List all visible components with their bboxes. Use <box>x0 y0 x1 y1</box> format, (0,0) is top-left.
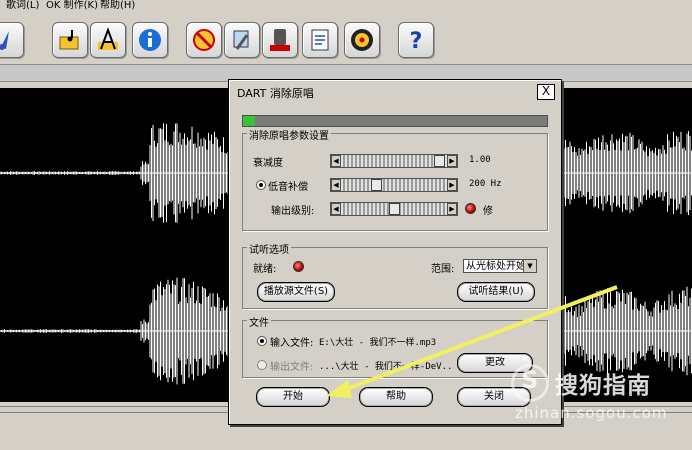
params-group: 消除原唱参数设置 衰减度 ◀ ▶ 1.00 低音补偿 ◀ ▶ 200 Hz 输出… <box>242 127 548 231</box>
output-led-indicator[interactable] <box>465 203 476 214</box>
preview-legend: 试听选项 <box>247 241 291 256</box>
slider-right-arrow[interactable]: ▶ <box>447 155 457 167</box>
output-file-path: ...\大壮 - 我们不一样-DeV... <box>319 362 451 372</box>
play-source-button[interactable]: 播放源文件(S) <box>257 282 335 302</box>
watermark-url: zhinan.sogou.com <box>515 404 668 422</box>
slider-left-arrow[interactable]: ◀ <box>331 155 341 167</box>
record-icon <box>270 29 290 51</box>
range-label: 范围: <box>431 264 455 275</box>
input-file-label: 输入文件: <box>270 338 314 349</box>
help-icon: ? <box>410 29 423 53</box>
ready-led-indicator <box>293 261 304 272</box>
menu-ok-make[interactable]: OK 制作(K) <box>46 0 98 12</box>
output-file-label: 输出文件: <box>270 362 314 373</box>
tool-button[interactable] <box>224 22 260 58</box>
dialog-title: DART 消除原唱 <box>237 87 314 100</box>
dialog-close-button[interactable]: X <box>537 84 555 100</box>
open-file-button[interactable] <box>52 22 88 58</box>
remove-vocal-button[interactable] <box>186 22 222 58</box>
slider-right-arrow[interactable]: ▶ <box>447 203 457 215</box>
no-vocal-icon <box>193 29 215 51</box>
notes-icon <box>311 29 329 51</box>
start-button[interactable]: 开始 <box>256 387 330 407</box>
input-file-radio[interactable] <box>257 336 267 346</box>
bass-thumb[interactable] <box>371 179 383 191</box>
attenuation-slider[interactable]: ◀ ▶ <box>330 154 458 168</box>
cd-button[interactable] <box>344 22 380 58</box>
preview-result-button[interactable]: 试听结果(U) <box>457 282 535 302</box>
progress-bar <box>242 115 548 127</box>
cd-icon <box>351 29 373 51</box>
params-legend: 消除原唱参数设置 <box>247 127 331 142</box>
menu-bar: 歌词(L) OK 制作(K) 帮助(H) <box>0 0 692 14</box>
range-select-value: 从光标处开始 <box>466 261 526 272</box>
text-a-icon <box>98 27 118 50</box>
output-level-thumb[interactable] <box>388 203 400 215</box>
output-level-label: 输出级别: <box>271 206 315 217</box>
watermark-logo-symbol: S <box>521 366 539 394</box>
slider-right-arrow[interactable]: ▶ <box>447 179 457 191</box>
tuning-fork-button[interactable] <box>0 22 24 58</box>
notes-button[interactable] <box>302 22 338 58</box>
watermark-text: 搜狗指南 <box>555 373 651 399</box>
tuning-fork-icon <box>0 31 9 50</box>
file-legend: 文件 <box>247 314 271 329</box>
help-button[interactable]: ? <box>398 22 434 58</box>
dialog-title-bar[interactable]: DART 消除原唱 X <box>231 82 559 102</box>
output-suffix: 修 <box>483 206 493 217</box>
menu-help[interactable]: 帮助(H) <box>100 0 135 12</box>
tool-icon <box>233 30 249 50</box>
attenuation-thumb[interactable] <box>434 155 446 167</box>
file-group: 文件 输入文件: E:\大壮 - 我们不一样.mp3 输出文件: ...\大壮 … <box>242 314 548 378</box>
lyrics-text-button[interactable] <box>90 22 126 58</box>
bass-value: 200 Hz <box>469 179 502 189</box>
folder-note-icon <box>59 30 79 50</box>
record-button[interactable] <box>262 22 298 58</box>
menu-lyrics[interactable]: 歌词(L) <box>6 0 39 12</box>
output-level-slider[interactable]: ◀ ▶ <box>330 202 458 216</box>
ready-label: 就绪: <box>253 264 277 275</box>
svg-text:?: ? <box>410 29 423 53</box>
attenuation-value: 1.00 <box>469 155 491 165</box>
bass-slider[interactable]: ◀ ▶ <box>330 178 458 192</box>
attenuation-label: 衰减度 <box>253 158 283 169</box>
dialog-help-button[interactable]: 帮助 <box>359 387 433 407</box>
info-button[interactable] <box>132 22 168 58</box>
preview-group: 试听选项 就绪: 范围: 从光标处开始 ▼ 播放源文件(S) 试听结果(U) <box>242 241 548 309</box>
chevron-down-icon[interactable]: ▼ <box>523 260 536 272</box>
slider-left-arrow[interactable]: ◀ <box>331 203 341 215</box>
output-file-radio[interactable] <box>257 360 267 370</box>
bass-compensation-label: 低音补偿 <box>268 182 308 193</box>
progress-fill <box>243 116 256 126</box>
toolbar: ? <box>0 14 692 64</box>
sogou-watermark: S 搜狗指南 zhinan.sogou.com <box>511 364 691 424</box>
bass-compensation-check[interactable] <box>256 180 266 190</box>
slider-left-arrow[interactable]: ◀ <box>331 179 341 191</box>
input-file-path: E:\大壮 - 我们不一样.mp3 <box>319 338 437 348</box>
info-icon <box>139 29 161 51</box>
range-select[interactable]: 从光标处开始 ▼ <box>463 259 537 273</box>
